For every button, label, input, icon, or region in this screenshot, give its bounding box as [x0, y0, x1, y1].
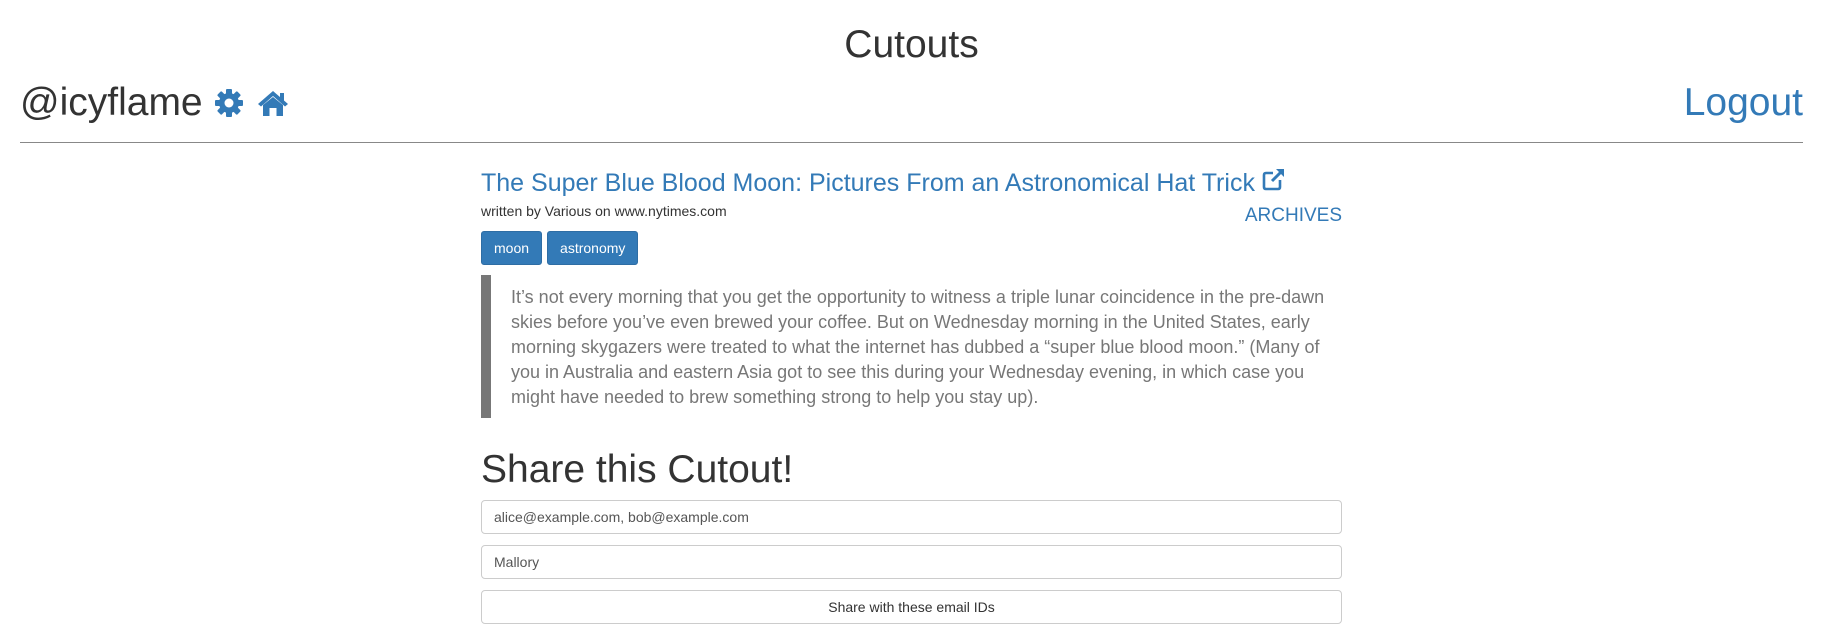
archives-link[interactable]: ARCHIVES — [1245, 205, 1342, 227]
article-title: The Super Blue Blood Moon: Pictures From… — [481, 169, 1255, 197]
external-link-icon — [1261, 166, 1287, 200]
article-title-link[interactable]: The Super Blue Blood Moon: Pictures From… — [481, 166, 1342, 200]
tag-moon[interactable]: moon — [481, 231, 543, 265]
gear-icon[interactable] — [211, 85, 247, 121]
sender-name-input[interactable] — [481, 545, 1342, 579]
byline: written by Various on www.nytimes.com — [481, 203, 727, 219]
logout-link[interactable]: Logout — [1684, 80, 1803, 126]
tag-list: moon astronomy — [481, 231, 1342, 265]
home-icon[interactable] — [255, 85, 291, 121]
cutout-content: The Super Blue Blood Moon: Pictures From… — [481, 166, 1342, 624]
cutout-quote: It’s not every morning that you get the … — [481, 275, 1342, 418]
email-ids-input[interactable] — [481, 500, 1342, 534]
username: @icyflame — [20, 81, 203, 124]
share-button[interactable]: Share with these email IDs — [481, 590, 1342, 624]
share-heading: Share this Cutout! — [481, 448, 794, 491]
byline-row: written by Various on www.nytimes.com AR… — [481, 200, 1342, 228]
tag-astronomy[interactable]: astronomy — [547, 231, 639, 265]
header-divider — [20, 142, 1803, 143]
user-bar: @icyflame — [20, 80, 291, 126]
page-title: Cutouts — [844, 23, 979, 66]
